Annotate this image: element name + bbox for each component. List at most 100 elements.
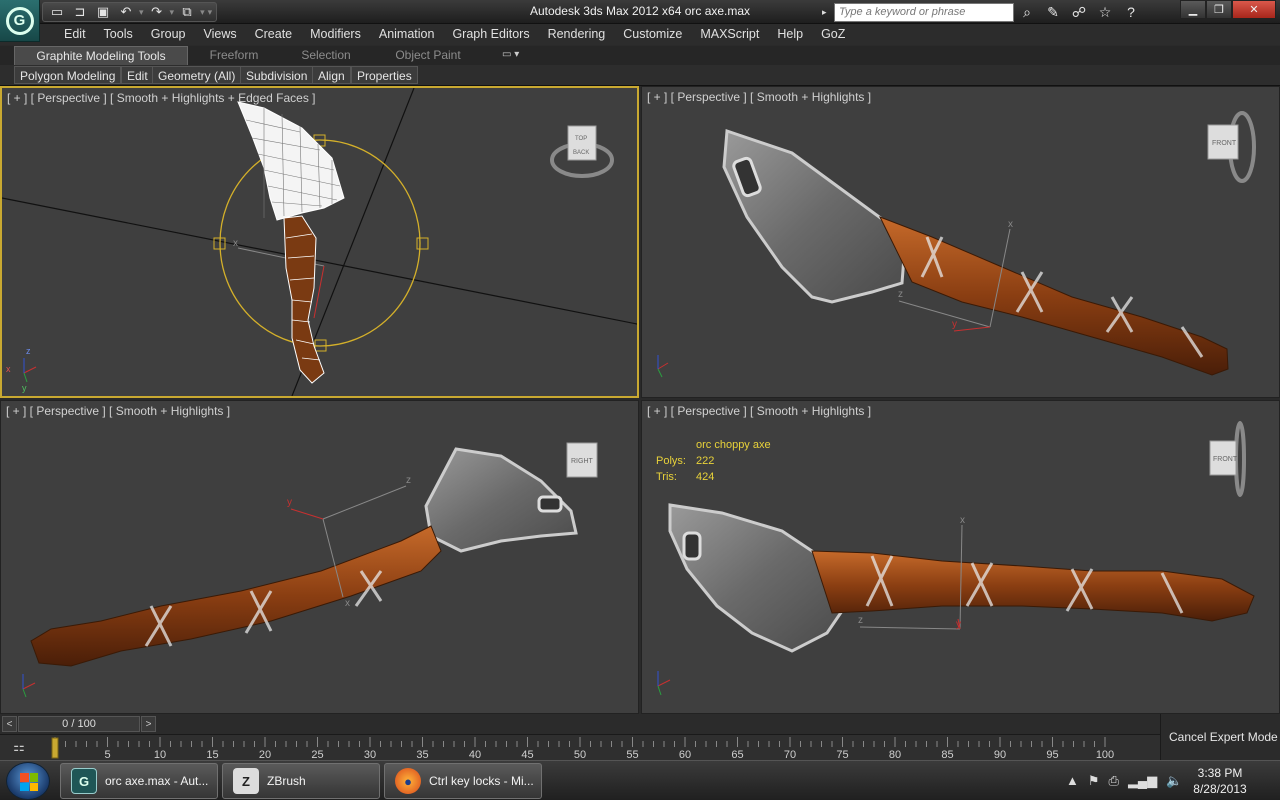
task-label: Ctrl key locks - Mi... xyxy=(429,774,534,788)
viewcube[interactable]: RIGHT xyxy=(566,442,598,478)
menu-modifiers[interactable]: Modifiers xyxy=(301,27,370,41)
viewport-label[interactable]: [ + ] [ Perspective ] [ Smooth + Highlig… xyxy=(6,404,230,418)
viewcube-compass[interactable] xyxy=(1234,421,1246,497)
cancel-expert-mode-button[interactable]: Cancel Expert Mode xyxy=(1169,730,1278,744)
close-button[interactable]: ✕ xyxy=(1232,0,1276,19)
star-icon[interactable]: ☆ xyxy=(1094,2,1116,22)
viewport-label[interactable]: [ + ] [ Perspective ] [ Smooth + Highlig… xyxy=(647,90,871,104)
time-slider[interactable]: 0 / 100 xyxy=(18,716,140,732)
ribbon-options-icon[interactable]: ▭ ▾ xyxy=(502,49,519,60)
viewcube[interactable]: TOP BACK xyxy=(550,125,614,178)
tab-object-paint[interactable]: Object Paint xyxy=(384,46,472,65)
system-clock[interactable]: 3:38 PM 8/28/2013 xyxy=(1180,765,1260,797)
application-menu-button[interactable]: G xyxy=(0,0,40,42)
clock-time: 3:38 PM xyxy=(1197,766,1243,780)
viewport-top-left[interactable]: [ + ] [ Perspective ] [ Smooth + Highlig… xyxy=(0,86,639,398)
world-x-axis xyxy=(657,679,671,687)
show-hidden-icons-icon[interactable]: ▲ xyxy=(1066,773,1079,789)
time-slider-bar: < 0 / 100 > xyxy=(0,714,1160,734)
world-y-axis xyxy=(657,685,662,696)
infocenter-search: ▸ xyxy=(822,2,1014,22)
new-file-icon[interactable]: ▭ xyxy=(47,3,67,21)
windows-taskbar: G orc axe.max - Aut... Z ZBrush ● Ctrl k… xyxy=(0,760,1280,800)
title-bar: ▭ ⊐ ▣ ↶ ▾ ↷ ▾ ⧉ ▾ ▾ Autodesk 3ds Max 2012 x… xyxy=(0,0,1280,24)
track-bar[interactable]: ⚏ 05101520253035404550556065707580859095… xyxy=(0,734,1160,761)
pivot-x-label: x xyxy=(960,515,965,526)
axe-head[interactable] xyxy=(722,128,906,304)
start-button[interactable] xyxy=(6,762,50,800)
menu-views[interactable]: Views xyxy=(194,27,245,41)
tab-selection[interactable]: Selection xyxy=(290,46,362,65)
viewport-top-right[interactable]: [ + ] [ Perspective ] [ Smooth + Highlig… xyxy=(641,86,1280,398)
panel-properties[interactable]: Properties xyxy=(351,66,418,84)
panel-subdivision[interactable]: Subdivision xyxy=(240,66,314,84)
previous-frame-button[interactable]: < xyxy=(2,716,17,732)
panel-polygon-modeling[interactable]: Polygon Modeling xyxy=(14,66,122,84)
menu-create[interactable]: Create xyxy=(246,27,302,41)
panel-edit[interactable]: Edit xyxy=(121,66,154,84)
viewport-bottom-right[interactable]: [ + ] [ Perspective ] [ Smooth + Highlig… xyxy=(641,400,1280,714)
search-expand-icon[interactable]: ▸ xyxy=(822,7,834,18)
search-input[interactable] xyxy=(834,2,1014,22)
viewcube-front-label: FRONT xyxy=(1213,456,1238,463)
taskbar-item-3ds-max[interactable]: G orc axe.max - Aut... xyxy=(60,763,218,799)
minimize-button[interactable]: ▁ xyxy=(1180,0,1206,19)
axe-handle[interactable] xyxy=(30,525,442,667)
menu-edit[interactable]: Edit xyxy=(55,27,95,41)
taskbar-item-firefox[interactable]: ● Ctrl key locks - Mi... xyxy=(384,763,542,799)
gizmo-handle[interactable] xyxy=(416,237,429,250)
menu-group[interactable]: Group xyxy=(142,27,195,41)
next-frame-button[interactable]: > xyxy=(141,716,156,732)
viewport-bottom-left[interactable]: [ + ] [ Perspective ] [ Smooth + Highlig… xyxy=(0,400,639,714)
viewport-scene: z x y FRONT xyxy=(657,111,1256,378)
world-y-axis xyxy=(22,688,27,698)
viewport-label[interactable]: [ + ] [ Perspective ] [ Smooth + Highlig… xyxy=(647,404,871,418)
menu-tools[interactable]: Tools xyxy=(95,27,142,41)
taskbar-item-zbrush[interactable]: Z ZBrush xyxy=(222,763,380,799)
redo-icon[interactable]: ↷ xyxy=(147,3,167,21)
menu-graph-editors[interactable]: Graph Editors xyxy=(443,27,538,41)
tab-graphite-modeling-tools[interactable]: Graphite Modeling Tools xyxy=(14,46,188,65)
quick-access-menu-icon[interactable]: ▾ xyxy=(208,7,213,18)
network-signal-icon[interactable]: ▂▄▆ xyxy=(1128,773,1157,789)
undo-icon[interactable]: ↶ xyxy=(116,3,136,21)
firefox-icon: ● xyxy=(395,768,421,794)
open-folder-icon[interactable]: ⊐ xyxy=(70,3,90,21)
task-label: orc axe.max - Aut... xyxy=(105,774,209,788)
menu-rendering[interactable]: Rendering xyxy=(539,27,615,41)
axe-head[interactable] xyxy=(668,503,844,653)
favorites-icon[interactable]: ☍ xyxy=(1068,2,1090,22)
tab-freeform[interactable]: Freeform xyxy=(196,46,272,65)
current-frame-marker[interactable] xyxy=(51,737,59,759)
menu-animation[interactable]: Animation xyxy=(370,27,444,41)
windows-logo-icon xyxy=(20,773,38,791)
viewport-scene: x z x y TOP BACK xyxy=(2,88,637,396)
device-icon[interactable]: ⎙ xyxy=(1109,773,1119,789)
pivot-y-label: y xyxy=(287,497,292,508)
viewcube[interactable]: FRONT xyxy=(1209,421,1246,497)
quick-access-toolbar: ▭ ⊐ ▣ ↶ ▾ ↷ ▾ ⧉ ▾ ▾ xyxy=(42,2,218,22)
project-folder-icon[interactable]: ⧉ xyxy=(177,3,197,21)
panel-align[interactable]: Align xyxy=(312,66,351,84)
menu-help[interactable]: Help xyxy=(768,27,812,41)
viewcube[interactable]: FRONT xyxy=(1207,111,1256,183)
viewport-label[interactable]: [ + ] [ Perspective ] [ Smooth + Highlig… xyxy=(7,91,316,105)
app-window: ▭ ⊐ ▣ ↶ ▾ ↷ ▾ ⧉ ▾ ▾ Autodesk 3ds Max 2012 x… xyxy=(0,0,1280,800)
binoculars-icon[interactable]: ⌕ xyxy=(1016,2,1038,22)
panel-geometry-all[interactable]: Geometry (All) xyxy=(152,66,242,84)
menu-customize[interactable]: Customize xyxy=(614,27,691,41)
pivot-y-label: y xyxy=(956,619,961,630)
axe-handle[interactable] xyxy=(878,216,1229,376)
menu-maxscript[interactable]: MAXScript xyxy=(691,27,768,41)
save-icon[interactable]: ▣ xyxy=(93,3,113,21)
undo-dropdown-icon[interactable]: ▾ xyxy=(139,7,144,18)
help-icon[interactable]: ? xyxy=(1120,2,1142,22)
3ds-max-icon: G xyxy=(71,768,97,794)
maximize-button[interactable]: ❐ xyxy=(1206,0,1232,19)
task-label: ZBrush xyxy=(267,774,306,788)
action-center-flag-icon[interactable]: ⚑ xyxy=(1088,773,1100,789)
menu-goz[interactable]: GoZ xyxy=(812,27,854,41)
communication-center-icon[interactable]: ✎ xyxy=(1042,2,1064,22)
redo-dropdown-icon[interactable]: ▾ xyxy=(170,7,175,18)
project-dropdown-icon[interactable]: ▾ xyxy=(200,7,205,18)
